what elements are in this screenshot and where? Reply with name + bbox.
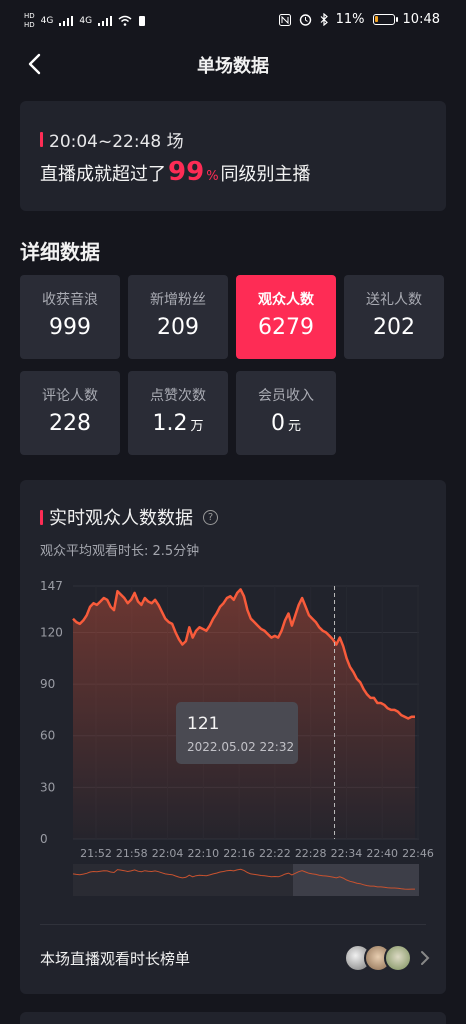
x-axis-ticks: 21:52 21:58 22:04 22:10 22:16 22:22 22:28 22:34… (80, 847, 434, 860)
signal-icon (59, 15, 74, 26)
chart-title: 实时观众人数数据 ? (40, 504, 218, 530)
stat-value: 209 (157, 315, 199, 340)
tooltip-value: 121 (187, 714, 220, 734)
y-tick-label: 147 (40, 579, 63, 593)
achievement-suffix: 同级别主播 (220, 164, 311, 185)
sim2-label: HD (24, 21, 35, 29)
battery-icon (372, 14, 398, 25)
realtime-viewers-card: 实时观众人数数据 ? 观众平均观看时长: 2.5分钟 0 30 60 90 120 147… (20, 480, 446, 994)
avg-watch-time: 观众平均观看时长: 2.5分钟 (40, 544, 200, 559)
x-tick-label: 21:58 (116, 847, 148, 860)
stat-label: 送礼人数 (366, 292, 422, 308)
stat-value: 0元 (270, 411, 301, 436)
sim-indicators: HD HD (24, 12, 35, 29)
signal-icon (98, 15, 113, 26)
y-tick-label: 30 (40, 780, 55, 794)
chart-tooltip: 121 2022.05.02 22:32 (176, 702, 298, 764)
x-tick-label: 22:10 (187, 847, 219, 860)
x-tick-label: 22:16 (223, 847, 255, 860)
sim1-label: HD (24, 12, 35, 20)
stat-label: 收获音浪 (42, 292, 98, 308)
x-tick-label: 22:28 (295, 847, 327, 860)
stat-value: 228 (49, 411, 91, 436)
stat-label: 观众人数 (258, 292, 314, 308)
stat-value: 1.2 万 (152, 411, 204, 436)
details-title: 详细数据 (20, 240, 100, 264)
accent-bar (40, 132, 43, 147)
stat-value: 6279 (258, 315, 314, 340)
stat-value: 202 (373, 315, 415, 340)
stat-unit: 万 (190, 419, 204, 434)
y-tick-label: 90 (40, 677, 55, 691)
signal1-label: 4G (40, 15, 54, 26)
achievement-text: 直播成就超过了 99 % 同级别主播 (40, 157, 311, 187)
x-tick-label: 22:40 (366, 847, 398, 860)
stat-label: 点赞次数 (150, 388, 206, 404)
stat-label: 会员收入 (258, 388, 314, 404)
chart-title-text: 实时观众人数数据 (49, 508, 193, 529)
stat-commenters[interactable]: 评论人数 228 (20, 371, 120, 455)
help-icon[interactable]: ? (203, 509, 218, 525)
wifi-icon (118, 15, 132, 26)
x-tick-label: 21:52 (80, 847, 112, 860)
divider (40, 924, 426, 925)
bluetooth-icon (320, 13, 328, 26)
accent-bar (40, 509, 43, 525)
achievement-percent: 99 (168, 157, 205, 187)
x-tick-label: 22:04 (152, 847, 184, 860)
status-bar: HD HD 4G 4G 11% 10:48 (0, 0, 466, 44)
watch-time-ranking-link[interactable]: 本场直播观看时长榜单 (20, 926, 446, 992)
notification-icon (139, 15, 146, 26)
y-tick-label: 60 (40, 729, 55, 743)
x-tick-label: 22:46 (402, 847, 434, 860)
stat-value: 999 (49, 315, 91, 340)
stat-gifters[interactable]: 送礼人数 202 (344, 275, 444, 359)
session-time: 20:04~22:48 场 (40, 127, 184, 152)
stat-unit: 元 (287, 419, 301, 434)
chevron-right-icon (421, 951, 430, 965)
tooltip-datetime: 2022.05.02 22:32 (187, 740, 295, 754)
nav-bar: 单场数据 (0, 44, 466, 84)
session-time-text: 20:04~22:48 场 (49, 132, 184, 152)
y-axis-ticks: 0 30 60 90 120 147 (40, 579, 63, 846)
x-tick-label: 22:22 (259, 847, 291, 860)
summary-card: 20:04~22:48 场 直播成就超过了 99 % 同级别主播 (20, 101, 446, 211)
achievement-prefix: 直播成就超过了 (40, 164, 166, 185)
stat-viewers[interactable]: 观众人数 6279 (236, 275, 336, 359)
signal2-label: 4G (79, 15, 93, 26)
y-tick-label: 0 (40, 832, 48, 846)
next-card (20, 1012, 446, 1024)
avatar (384, 944, 412, 972)
stat-member-income[interactable]: 会员收入 0元 (236, 371, 336, 455)
page-title: 单场数据 (197, 56, 269, 77)
nfc-icon (278, 13, 291, 26)
alarm-icon (299, 14, 311, 26)
battery-percent: 11% (335, 12, 365, 27)
clock: 10:48 (402, 12, 440, 27)
ranking-label: 本场直播观看时长榜单 (40, 950, 191, 968)
stat-likes[interactable]: 点赞次数 1.2 万 (128, 371, 228, 455)
y-tick-label: 120 (40, 625, 63, 639)
percent-sign: % (206, 169, 219, 184)
overview-scrollbar-window (293, 864, 419, 896)
stat-new-fans[interactable]: 新增粉丝 209 (128, 275, 228, 359)
stat-sound-waves[interactable]: 收获音浪 999 (20, 275, 120, 359)
stat-label: 新增粉丝 (150, 292, 206, 308)
avatar-group (344, 944, 412, 972)
x-tick-label: 22:34 (331, 847, 363, 860)
stat-label: 评论人数 (42, 388, 98, 404)
